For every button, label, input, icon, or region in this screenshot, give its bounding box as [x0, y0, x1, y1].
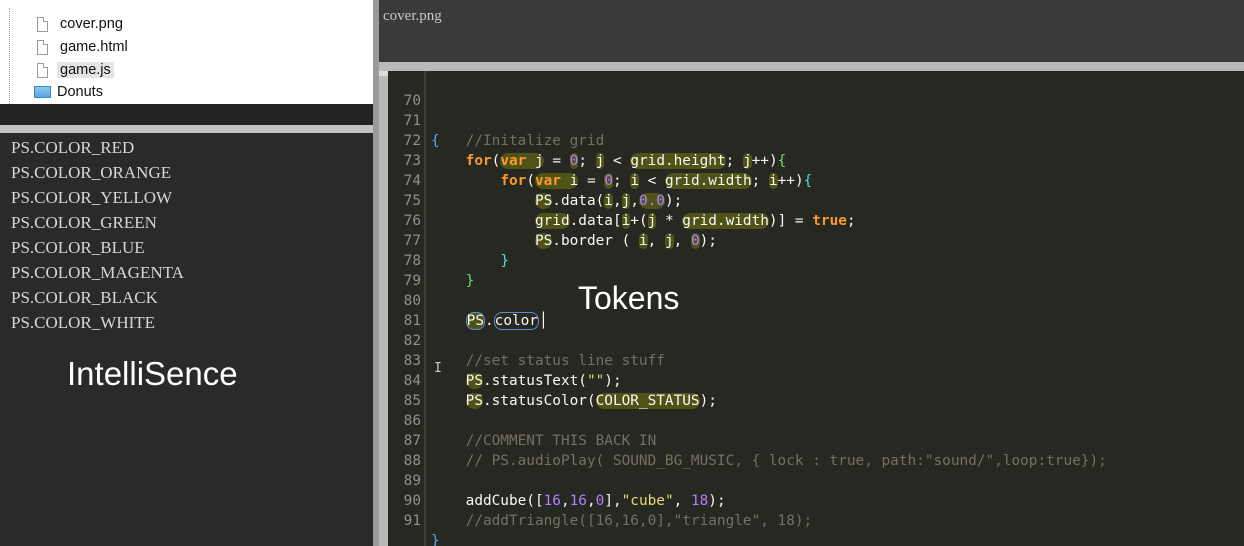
file-tree-panel: cover.png game.html game.js Donuts [0, 0, 374, 104]
editor-top-scrollbar[interactable] [379, 62, 1244, 71]
intellisense-item[interactable]: PS.COLOR_YELLOW [11, 188, 172, 208]
panel-separator [0, 104, 373, 125]
code-line: 79 [388, 251, 1244, 289]
intellisense-item[interactable]: PS.COLOR_MAGENTA [11, 263, 184, 283]
code-line: 90 //addTriangle([16,16,0],"triangle", 1… [388, 471, 1244, 529]
tree-guide-line [9, 8, 10, 104]
code-line: 73 for(var i = 0; i < grid.width; i++){ [388, 131, 1244, 189]
code-line: 72 for(var j = 0; j < grid.height; j++){ [388, 111, 1244, 169]
intellisense-panel: PS.COLOR_RED PS.COLOR_ORANGE PS.COLOR_YE… [0, 133, 372, 546]
tree-item-label: game.js [57, 62, 114, 78]
intellisense-caption: IntelliSence [67, 355, 238, 392]
line-number: 91 [403, 513, 421, 529]
tokens-annotation: Tokens [578, 280, 680, 316]
tree-item-label: Donuts [57, 84, 103, 100]
code-line-current: 80 PS.color│ [388, 271, 1244, 330]
tree-item-donuts[interactable]: Donuts [34, 81, 103, 103]
tree-item-game-js[interactable]: game.js [37, 59, 114, 81]
code-line: 78 } [388, 231, 1244, 289]
code-line: 74 PS.data(i,j,0.0); [388, 151, 1244, 209]
code-line: 87 // PS.audioPlay( SOUND_BG_MUSIC, { lo… [388, 411, 1244, 469]
folder-icon [34, 86, 51, 98]
code-line: 82 //set status line stuff [388, 311, 1244, 369]
code-editor[interactable]: 70 71 { //Initalize grid 72 for(var j = … [388, 71, 1244, 546]
intellisense-item[interactable]: PS.COLOR_WHITE [11, 313, 155, 333]
code-line: 77 } [388, 211, 1244, 269]
ibeam-cursor-icon: I [434, 361, 442, 376]
code-line: 81 [388, 291, 1244, 329]
intellisense-item[interactable]: PS.COLOR_RED [11, 138, 134, 158]
code-line: 84 PS.statusColor(COLOR_STATUS); [388, 351, 1244, 409]
code-line: 91 } [388, 491, 1244, 546]
intellisense-item[interactable]: PS.COLOR_BLACK [11, 288, 158, 308]
code-line: 85 [388, 371, 1244, 409]
tree-item-cover-png[interactable]: cover.png [37, 13, 123, 35]
editor-header: cover.png [379, 0, 1244, 62]
file-icon [37, 39, 48, 55]
file-icon [37, 62, 48, 78]
code-line: 83 PS.statusText(""); [388, 331, 1244, 389]
intellisense-item[interactable]: PS.COLOR_ORANGE [11, 163, 171, 183]
code-line: 86 //COMMENT THIS BACK IN [388, 391, 1244, 449]
horizontal-splitter[interactable] [0, 125, 378, 133]
code-line: 88 [388, 431, 1244, 469]
editor-left-scrollbar[interactable] [379, 71, 388, 546]
code-line: 76 PS.border ( i, j, 0); [388, 191, 1244, 249]
tree-item-game-html[interactable]: game.html [37, 36, 128, 58]
file-icon [37, 16, 48, 32]
code-line: 75 grid.data[i+(j * grid.width)] = true; [388, 171, 1244, 229]
editor-filename: cover.png [383, 8, 442, 24]
tree-item-label: cover.png [60, 16, 123, 32]
code-line: 89 addCube([16,16,0],"cube", 18); [388, 451, 1244, 509]
tree-item-label: game.html [60, 39, 128, 55]
intellisense-item[interactable]: PS.COLOR_GREEN [11, 213, 157, 233]
intellisense-item[interactable]: PS.COLOR_BLUE [11, 238, 145, 258]
code-line: 70 [388, 71, 1244, 109]
scrollbar-corner [379, 71, 388, 76]
code-line: 71 { //Initalize grid [388, 91, 1244, 149]
